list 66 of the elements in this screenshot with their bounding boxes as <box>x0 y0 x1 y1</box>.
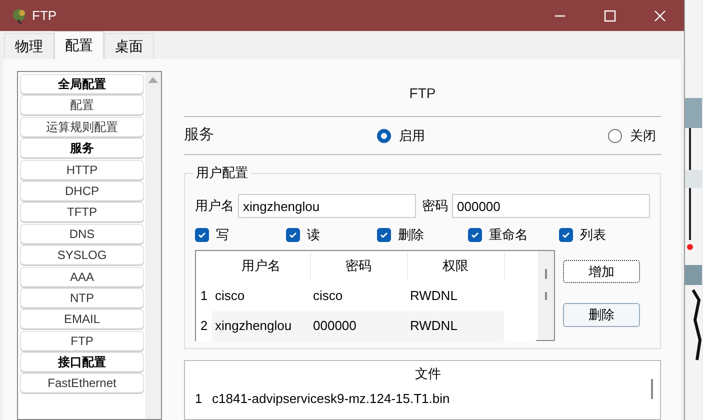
scroll-thumb[interactable] <box>651 379 653 399</box>
checkbox-label: 列表 <box>580 226 606 244</box>
sidebar-item[interactable]: FastEthernet <box>20 373 144 394</box>
tab[interactable]: 桌面 <box>104 33 154 59</box>
password-field[interactable]: 000000 <box>452 194 650 218</box>
checkbox[interactable] <box>377 228 391 242</box>
scroll-thumb[interactable] <box>545 292 547 300</box>
radio-button[interactable] <box>608 128 622 142</box>
radio-button[interactable] <box>377 128 391 142</box>
checkmark-icon <box>197 230 207 240</box>
username-field[interactable]: xingzhenglou <box>238 194 416 218</box>
checkbox-label: 读 <box>307 226 320 244</box>
checkbox[interactable] <box>195 228 209 242</box>
column-header: 权限 <box>442 258 468 274</box>
checkbox[interactable] <box>559 228 573 242</box>
checkmark-icon <box>561 230 571 240</box>
sidebar-item[interactable]: DHCP <box>20 180 144 201</box>
table-cell-text: RWDNL <box>409 287 458 305</box>
checkbox-label: 删除 <box>398 226 424 244</box>
checkbox-label: 写 <box>216 226 229 244</box>
checkbox[interactable] <box>468 228 482 242</box>
tab[interactable]: 物理 <box>4 33 54 59</box>
radio-label: 启用 <box>399 126 425 145</box>
sidebar-item[interactable]: 配置 <box>20 95 144 116</box>
sidebar-item[interactable]: DNS <box>20 224 144 244</box>
row-number: 2 <box>200 318 208 334</box>
service-label: 服务 <box>184 125 215 146</box>
sidebar-item[interactable]: TFTP <box>20 202 144 222</box>
username-label: 用户名 <box>195 197 234 216</box>
table-cell: c1841-advipservicesk9-mz.124-15.T1.bin <box>212 391 450 406</box>
action-button[interactable]: 增加 <box>563 260 640 283</box>
column-header: 密码 <box>346 258 372 274</box>
table-cell: 000000 <box>310 311 407 341</box>
row-number: 1 <box>194 391 202 406</box>
panel-title: FTP <box>408 84 437 103</box>
window-title: FTP <box>32 6 57 25</box>
table-cell-text: cisco <box>214 287 246 305</box>
action-button[interactable]: 删除 <box>563 303 640 327</box>
table-cell-text: cisco <box>312 287 344 305</box>
column-header: 用户名 <box>241 258 280 274</box>
sidebar-item[interactable]: EMAIL <box>20 309 144 330</box>
sidebar-item[interactable]: NTP <box>20 288 144 308</box>
table-cell: xingzhenglou <box>212 311 310 341</box>
checkmark-icon <box>470 230 480 240</box>
password-label: 密码 <box>422 197 448 216</box>
column-header: 文件 <box>415 366 441 382</box>
app-icon <box>12 8 28 24</box>
sidebar-item[interactable]: SYSLOG <box>20 245 144 266</box>
checkbox[interactable] <box>286 228 300 242</box>
sidebar-item[interactable]: 运算规则配置 <box>20 116 144 137</box>
scroll-thumb[interactable] <box>545 269 547 279</box>
checkmark-icon <box>379 230 389 240</box>
checkbox-label: 重命名 <box>489 226 528 244</box>
sidebar-item[interactable]: FTP <box>20 330 144 351</box>
sidebar-item[interactable]: AAA <box>20 266 144 287</box>
row-number: 1 <box>200 288 208 304</box>
section-header[interactable]: 全局配置 <box>20 74 144 94</box>
section-header[interactable]: 接口配置 <box>20 352 144 372</box>
radio-label: 关闭 <box>630 126 656 145</box>
close-icon[interactable] <box>654 10 666 22</box>
table-cell: RWDNL <box>407 311 504 341</box>
section-header[interactable]: 服务 <box>20 138 144 158</box>
tab[interactable]: 配置 <box>54 31 104 59</box>
checkmark-icon <box>288 230 298 240</box>
maximize-icon[interactable] <box>604 10 616 22</box>
sidebar-item[interactable]: HTTP <box>20 160 144 180</box>
